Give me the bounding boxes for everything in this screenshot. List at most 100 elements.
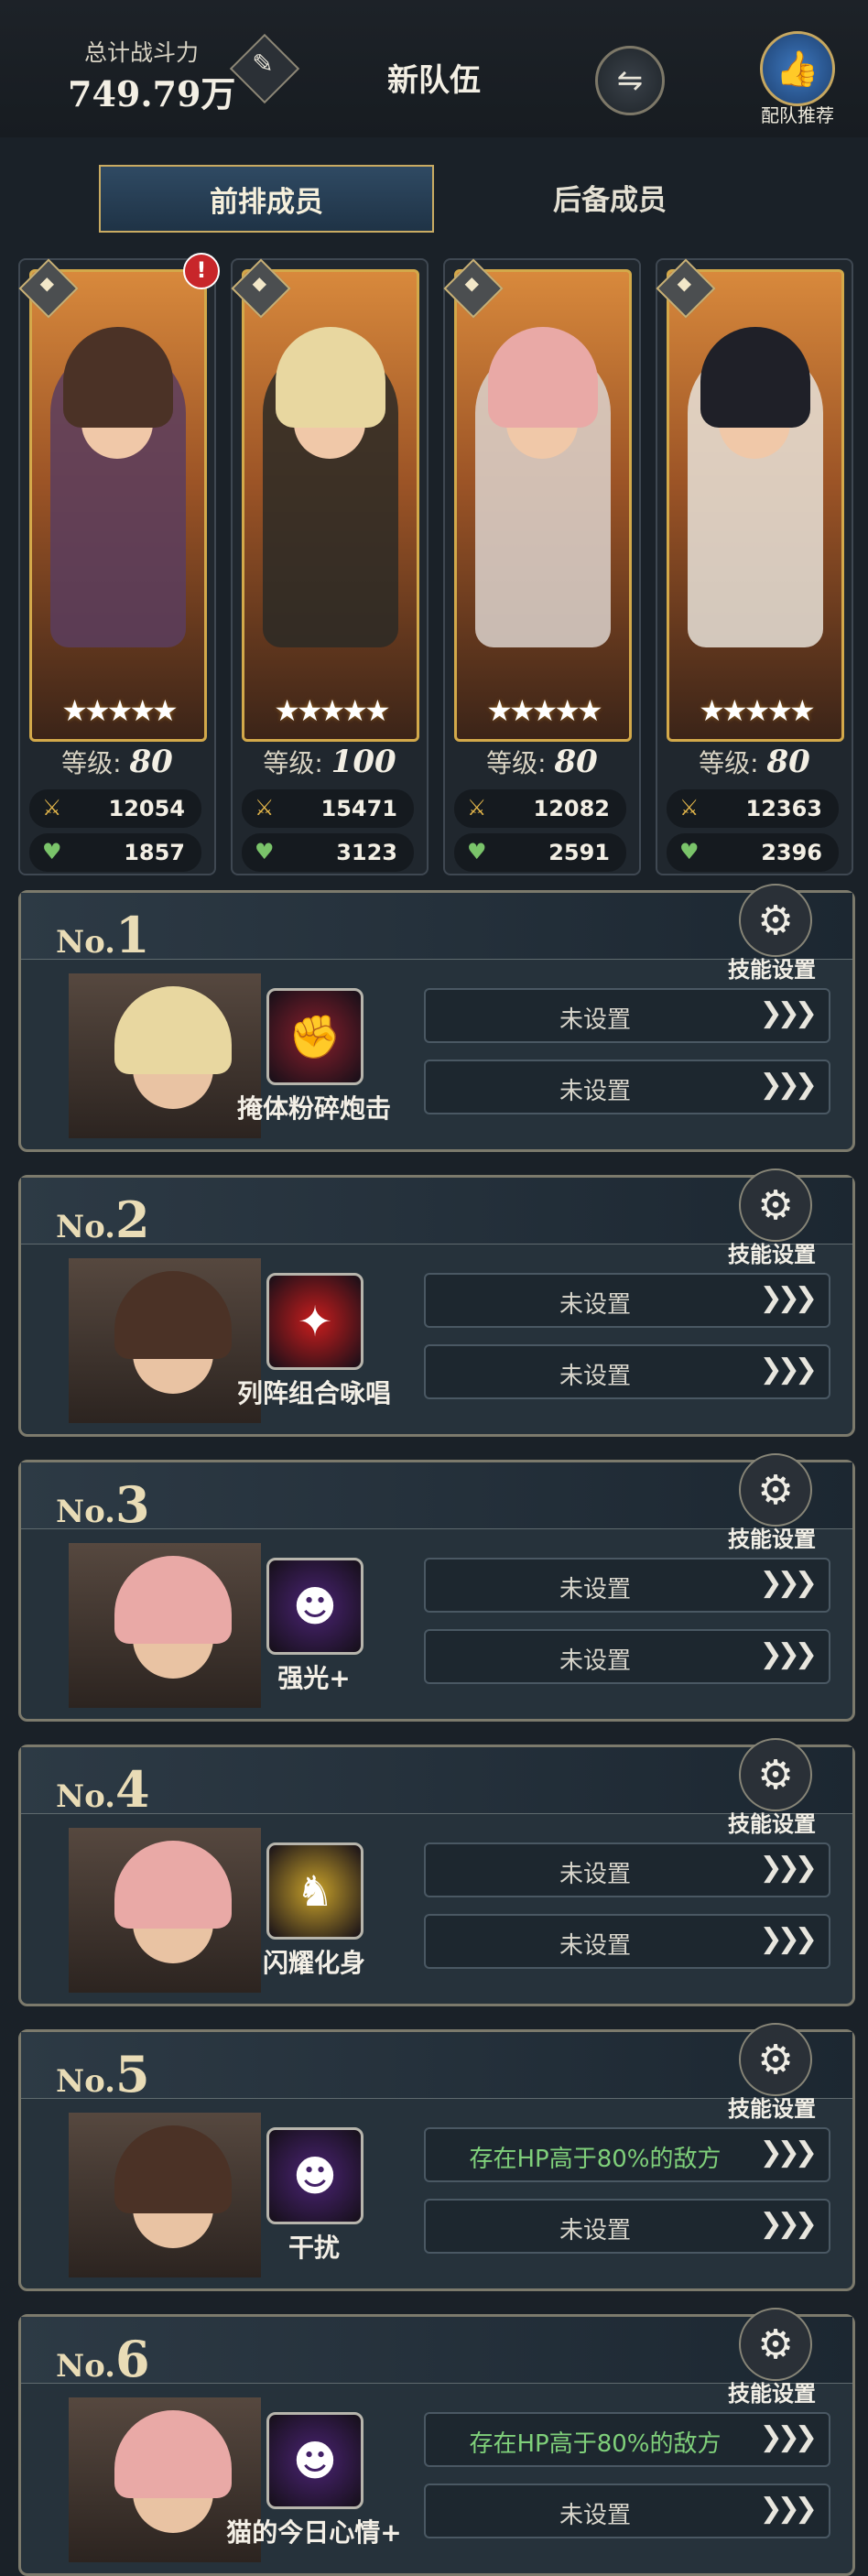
gear-icon: ⚙: [757, 1181, 794, 1229]
condition-2-button[interactable]: 未设置 ❯❯❯: [424, 1629, 830, 1684]
condition-2-button[interactable]: 未设置 ❯❯❯: [424, 1060, 830, 1114]
level-label: 等级:: [486, 748, 547, 778]
slot-number-value: 6: [115, 2330, 150, 2388]
swap-icon: ⇋: [616, 62, 644, 99]
character-card[interactable]: ★★★★★ ◆ 等级: 100 ⚔ 15471 ♥ 3123: [231, 258, 429, 875]
condition-2-button[interactable]: 未设置 ❯❯❯: [424, 2484, 830, 2538]
skill-slot: No.6 ⚙ 技能设置 ☻ 猫的今日心情+ 存在HP高于80%的敌方 ❯❯❯ 未…: [18, 2308, 855, 2576]
skill-name: 列阵组合咏唱: [236, 1378, 391, 1408]
recommend-button[interactable]: 👍 配队推荐: [756, 31, 839, 126]
attack-value: 12082: [533, 796, 611, 821]
skill-settings-button[interactable]: ⚙: [739, 1738, 812, 1811]
character-portrait: ★★★★★: [667, 269, 844, 742]
skill-icon[interactable]: ☻: [266, 2127, 363, 2224]
character-portrait: ★★★★★: [454, 269, 632, 742]
skill-settings-label[interactable]: 技能设置: [728, 1236, 816, 1268]
hp-stat: ♥ 1857: [29, 833, 201, 872]
gear-icon: ⚙: [757, 897, 794, 944]
skill-settings-label[interactable]: 技能设置: [728, 1806, 816, 1838]
character-cards: ★★★★★ ◆ ! 等级: 80 ⚔ 12054 ♥ 1857 ★★★★★ ◆ …: [18, 253, 853, 881]
skill-icon[interactable]: ☻: [266, 2412, 363, 2509]
sword-icon: ⚔: [42, 795, 62, 821]
condition-1-button[interactable]: 未设置 ❯❯❯: [424, 1842, 830, 1897]
slot-number: No.2: [56, 1190, 150, 1249]
character-card[interactable]: ★★★★★ ◆ ! 等级: 80 ⚔ 12054 ♥ 1857: [18, 253, 220, 875]
condition-1-button[interactable]: 未设置 ❯❯❯: [424, 1273, 830, 1328]
skill-name: 强光+: [277, 1663, 351, 1693]
character-level: 等级: 80: [445, 744, 639, 780]
sword-icon: ⚔: [467, 795, 487, 821]
skill-settings-label[interactable]: 技能设置: [728, 1521, 816, 1553]
tab-front-members[interactable]: 前排成员: [99, 165, 434, 233]
condition-1-text: 未设置: [559, 1006, 631, 1034]
skill-settings-button[interactable]: ⚙: [739, 2023, 812, 2096]
heart-icon: ♥: [467, 839, 487, 864]
level-value: 80: [129, 744, 173, 780]
slot-number-prefix: No.: [56, 924, 115, 961]
top-bar: 总计战斗力 749.79万 ✎ 新队伍 ⇋ 👍 配队推荐: [0, 0, 868, 137]
character-card[interactable]: ★★★★★ ◆ 等级: 80 ⚔ 12363 ♥ 2396: [656, 258, 853, 875]
slot-number: No.4: [56, 1760, 150, 1819]
condition-2-text: 未设置: [559, 1932, 631, 1960]
level-label: 等级:: [263, 748, 323, 778]
skill-settings-label[interactable]: 技能设置: [728, 951, 816, 984]
slot-number: No.5: [56, 2045, 150, 2103]
condition-1-button[interactable]: 未设置 ❯❯❯: [424, 1558, 830, 1613]
skill-name: 掩体粉碎炮击: [236, 1093, 391, 1124]
skill-icon[interactable]: ☻: [266, 1558, 363, 1655]
skill-icon[interactable]: ♞: [266, 1842, 363, 1940]
skill-settings-button[interactable]: ⚙: [739, 1168, 812, 1242]
skill-settings-button[interactable]: ⚙: [739, 884, 812, 957]
condition-2-button[interactable]: 未设置 ❯❯❯: [424, 2199, 830, 2254]
condition-2-text: 未设置: [559, 1363, 631, 1390]
skill-settings-button[interactable]: ⚙: [739, 2308, 812, 2381]
condition-2-button[interactable]: 未设置 ❯❯❯: [424, 1344, 830, 1399]
hp-value: 2591: [548, 840, 610, 865]
attack-value: 12054: [108, 796, 186, 821]
tab-reserve-members[interactable]: 后备成员: [445, 165, 775, 229]
slot-number-value: 5: [115, 2045, 150, 2103]
condition-1-button[interactable]: 存在HP高于80%的敌方 ❯❯❯: [424, 2412, 830, 2467]
gear-icon: ⚙: [757, 2321, 794, 2368]
swap-team-button[interactable]: ⇋: [595, 46, 665, 115]
chevrons-right-icon: ❯❯❯: [759, 1852, 818, 1884]
skill-icon[interactable]: ✊: [266, 988, 363, 1085]
character-level: 等级: 100: [233, 744, 427, 780]
slot-number-value: 2: [115, 1190, 150, 1249]
gear-icon: ⚙: [757, 1466, 794, 1514]
slot-number-prefix: No.: [56, 1209, 115, 1245]
chevrons-right-icon: ❯❯❯: [759, 1923, 818, 1955]
star-rating: ★★★★★: [486, 693, 602, 728]
slot-number-prefix: No.: [56, 1494, 115, 1530]
attack-stat: ⚔ 15471: [242, 789, 414, 828]
chevrons-right-icon: ❯❯❯: [759, 2493, 818, 2525]
condition-2-text: 未设置: [559, 1078, 631, 1105]
character-portrait: ★★★★★: [242, 269, 419, 742]
condition-2-button[interactable]: 未设置 ❯❯❯: [424, 1914, 830, 1969]
skill-icon[interactable]: ✦: [266, 1273, 363, 1370]
gear-icon: ⚙: [757, 1751, 794, 1799]
sword-icon: ⚔: [255, 795, 275, 821]
condition-1-button[interactable]: 存在HP高于80%的敌方 ❯❯❯: [424, 2127, 830, 2182]
chevrons-right-icon: ❯❯❯: [759, 1353, 818, 1386]
chevrons-right-icon: ❯❯❯: [759, 1069, 818, 1101]
skill-settings-button[interactable]: ⚙: [739, 1453, 812, 1527]
character-level: 等级: 80: [20, 744, 214, 780]
skill-settings-label[interactable]: 技能设置: [728, 2091, 816, 2123]
condition-1-button[interactable]: 未设置 ❯❯❯: [424, 988, 830, 1043]
skill-name: 猫的今日心情+: [226, 2517, 402, 2548]
level-value: 100: [331, 744, 396, 780]
character-card[interactable]: ★★★★★ ◆ 等级: 80 ⚔ 12082 ♥ 2591: [443, 258, 641, 875]
skill-name: 干扰: [288, 2233, 340, 2263]
skill-name: 闪耀化身: [262, 1948, 365, 1978]
attack-stat: ⚔ 12082: [454, 789, 626, 828]
star-rating: ★★★★★: [699, 693, 815, 728]
heart-icon: ♥: [255, 839, 275, 864]
character-level: 等级: 80: [657, 744, 852, 780]
chevrons-right-icon: ❯❯❯: [759, 2136, 818, 2168]
member-tabs: 前排成员 后备成员: [99, 165, 776, 233]
skill-settings-label[interactable]: 技能设置: [728, 2375, 816, 2408]
condition-1-text: 未设置: [559, 1291, 631, 1319]
attack-value: 15471: [320, 796, 398, 821]
hp-value: 2396: [761, 840, 822, 865]
